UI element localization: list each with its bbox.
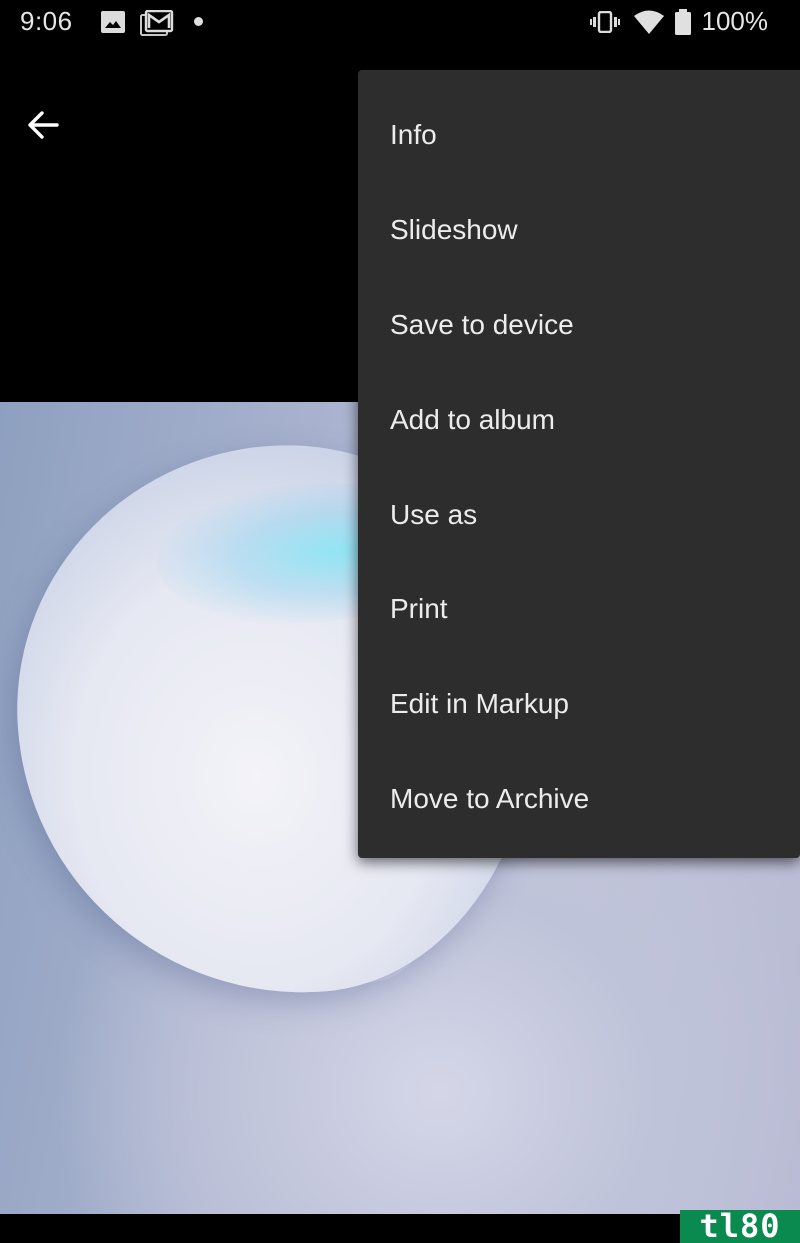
menu-item-add-to-album[interactable]: Add to album [358, 372, 800, 467]
more-notifications-dot [194, 17, 203, 26]
status-bar: 9:06 100% [0, 0, 800, 44]
gmail-icon [140, 9, 174, 41]
overflow-menu: Info Slideshow Save to device Add to alb… [358, 70, 800, 858]
vibrate-icon [590, 10, 620, 38]
menu-item-save-to-device[interactable]: Save to device [358, 278, 800, 373]
wifi-icon [633, 9, 665, 40]
photo-icon [100, 10, 126, 39]
arrow-back-icon [28, 111, 59, 139]
menu-item-move-to-archive[interactable]: Move to Archive [358, 752, 800, 847]
watermark-logo: tl80 [680, 1210, 800, 1243]
menu-item-edit-in-markup[interactable]: Edit in Markup [358, 657, 800, 752]
menu-item-use-as[interactable]: Use as [358, 467, 800, 562]
battery-percent: 100% [701, 6, 769, 36]
battery-icon [674, 9, 692, 40]
menu-item-info[interactable]: Info [358, 88, 800, 183]
menu-item-print[interactable]: Print [358, 562, 800, 657]
status-time: 9:06 [20, 6, 73, 36]
back-button[interactable] [20, 102, 66, 148]
menu-item-slideshow[interactable]: Slideshow [358, 183, 800, 278]
